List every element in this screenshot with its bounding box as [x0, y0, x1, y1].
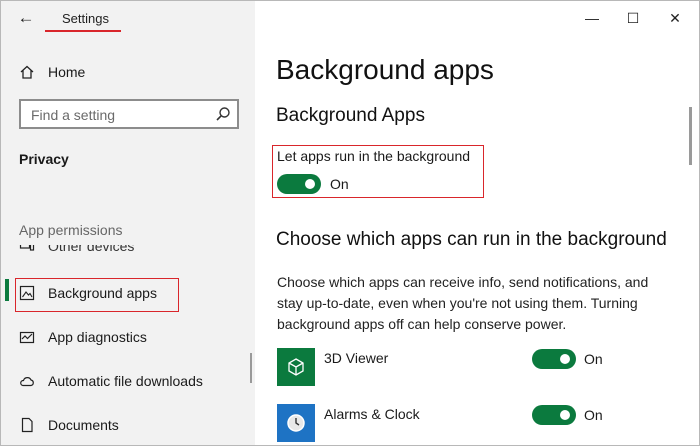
group-label-app-permissions: App permissions — [19, 222, 123, 238]
close-button[interactable]: ✕ — [663, 7, 687, 29]
highlight-annotation-master-toggle — [272, 145, 484, 198]
3d-viewer-icon — [288, 358, 304, 376]
devices-icon — [19, 245, 35, 251]
title-underline-annotation — [45, 30, 121, 32]
section-heading: Choose which apps can run in the backgro… — [276, 229, 667, 250]
sidebar-nav-list[interactable]: Other devices Background apps App diagno… — [1, 245, 255, 445]
app-name: Alarms & Clock — [324, 406, 420, 422]
settings-window: ← Settings Home Privacy App permissions — [0, 0, 700, 446]
3d-viewer-tile — [277, 348, 315, 386]
sidebar-item-other-devices[interactable]: Other devices — [19, 245, 134, 258]
alarms-clock-tile — [277, 404, 315, 442]
home-icon — [20, 65, 34, 79]
app-toggle-state: On — [584, 351, 603, 367]
search-input[interactable] — [29, 104, 203, 126]
app-toggle-state: On — [584, 407, 603, 423]
toggle-knob — [560, 354, 570, 364]
maximize-button[interactable]: ☐ — [621, 7, 645, 29]
selected-indicator — [5, 279, 9, 301]
sidebar-item-app-diagnostics[interactable]: App diagnostics — [19, 325, 147, 349]
app-title: Settings — [62, 11, 109, 26]
minimize-button[interactable]: — — [580, 7, 604, 29]
sidebar-item-label: Documents — [48, 417, 119, 433]
section-description: Choose which apps can receive info, send… — [277, 274, 649, 332]
toggle-knob — [560, 410, 570, 420]
section-label-privacy: Privacy — [19, 151, 69, 167]
sub-heading: Background Apps — [276, 105, 425, 126]
document-icon — [21, 417, 33, 433]
sidebar-item-label: App diagnostics — [48, 329, 147, 345]
cloud-icon — [20, 377, 34, 387]
highlight-annotation-background-apps — [15, 278, 179, 312]
sidebar-item-label: Automatic file downloads — [48, 373, 203, 389]
back-arrow-icon[interactable]: ← — [15, 7, 37, 29]
diagnostics-icon — [19, 331, 35, 344]
page-title: Background apps — [276, 54, 494, 85]
sidebar-item-home[interactable]: Home — [19, 61, 85, 83]
search-box[interactable] — [19, 99, 239, 129]
sidebar-item-label: Home — [48, 64, 86, 80]
search-icon[interactable] — [215, 106, 231, 122]
sidebar-item-label: Other devices — [48, 245, 135, 254]
sidebar-item-documents[interactable]: Documents — [19, 413, 119, 437]
sidebar-item-automatic-file-downloads[interactable]: Automatic file downloads — [19, 369, 203, 393]
sidebar: ← Settings Home Privacy App permissions — [1, 1, 255, 445]
app-toggle-3d-viewer[interactable] — [532, 349, 576, 369]
sidebar-scrollbar[interactable] — [250, 353, 252, 383]
main-scrollbar[interactable] — [689, 107, 692, 165]
app-name: 3D Viewer — [324, 350, 389, 366]
alarm-clock-icon — [287, 414, 305, 432]
app-toggle-alarms-clock[interactable] — [532, 405, 576, 425]
